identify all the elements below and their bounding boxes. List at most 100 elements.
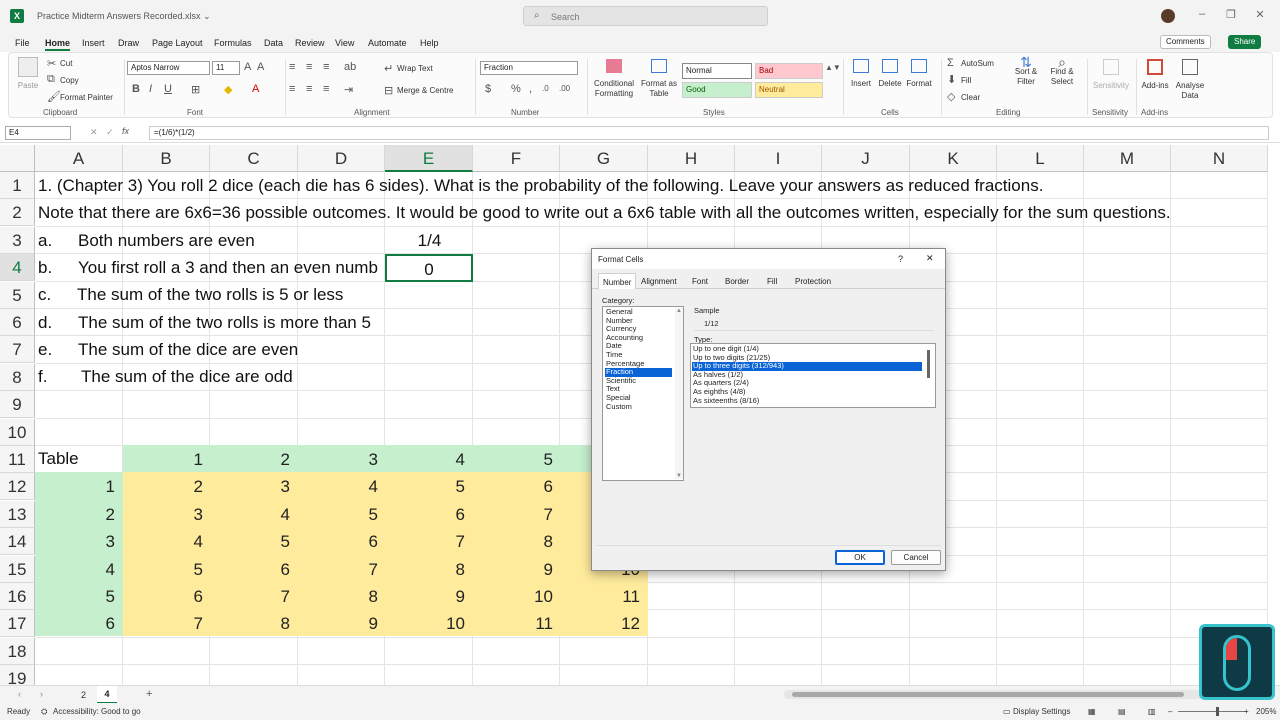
tab-file[interactable]: File (15, 38, 30, 48)
table-cell[interactable]: 11 (473, 610, 560, 637)
tab-automate[interactable]: Automate (368, 38, 407, 48)
column-header-c[interactable]: C (210, 145, 298, 172)
delete-cells-button[interactable]: Delete (876, 59, 904, 89)
tab-page-layout[interactable]: Page Layout (152, 38, 203, 48)
row-header-4[interactable]: 4 (0, 254, 35, 282)
row-header-17[interactable]: 17 (0, 610, 35, 638)
tab-review[interactable]: Review (295, 38, 325, 48)
fill-button[interactable]: Fill (961, 76, 971, 85)
table-cell[interactable]: 4 (210, 501, 297, 528)
table-cell[interactable]: 7 (298, 556, 385, 583)
cancel-button[interactable]: Cancel (891, 550, 941, 565)
sort-filter-button[interactable]: ⇅ Sort & Filter (1009, 55, 1043, 87)
enter-formula-icon[interactable]: ✓ (106, 127, 114, 138)
align-middle-icon[interactable]: ≡ (306, 61, 312, 73)
column-header-g[interactable]: G (560, 145, 648, 172)
row-header-10[interactable]: 10 (0, 418, 35, 446)
tab-data[interactable]: Data (264, 38, 283, 48)
styles-scroll-icon[interactable]: ▲▼ (825, 63, 841, 72)
category-scrollbar[interactable]: ▲ ▼ (675, 308, 683, 479)
table-cell[interactable]: 5 (385, 473, 472, 500)
table-cell[interactable]: 6 (385, 501, 472, 528)
type-scrollbar[interactable] (927, 350, 930, 378)
scroll-down-icon[interactable]: ▼ (676, 473, 682, 479)
table-cell[interactable]: 11 (560, 583, 647, 610)
row-header-11[interactable]: 11 (0, 446, 35, 473)
avatar[interactable] (1161, 9, 1175, 23)
cell-e4-selected[interactable]: 0 (385, 254, 473, 282)
column-header-a[interactable]: A (35, 145, 123, 172)
table-row-index[interactable]: 4 (35, 556, 122, 583)
horizontal-scroll-thumb[interactable] (792, 692, 1184, 697)
row-header-12[interactable]: 12 (0, 473, 35, 501)
scroll-up-icon[interactable]: ▲ (676, 308, 682, 314)
orientation-icon[interactable]: ab (344, 61, 356, 73)
dialog-help-icon[interactable]: ? (898, 254, 903, 264)
table-cell[interactable]: 10 (473, 583, 560, 610)
column-header-e[interactable]: E (385, 145, 473, 172)
table-cell[interactable]: 10 (385, 610, 472, 637)
clear-button[interactable]: Clear (961, 93, 980, 102)
cell-a11[interactable]: Table (38, 445, 79, 472)
font-size-dropdown[interactable]: 11 (212, 61, 240, 75)
sheet-tab-4-active[interactable]: 4 (97, 686, 117, 704)
dialog-close-icon[interactable]: ✕ (926, 253, 934, 264)
indent-icon[interactable]: ⇥ (344, 83, 353, 96)
ok-button[interactable]: OK (835, 550, 885, 565)
column-header-f[interactable]: F (473, 145, 560, 172)
currency-icon[interactable]: $ (485, 83, 491, 95)
zoom-slider[interactable] (1178, 711, 1246, 712)
row-header-15[interactable]: 15 (0, 555, 35, 583)
table-cell[interactable]: 5 (123, 556, 210, 583)
table-cell[interactable]: 8 (473, 528, 560, 555)
zoom-slider-thumb[interactable] (1216, 707, 1219, 716)
zoom-level[interactable]: 205% (1256, 707, 1276, 716)
type-list[interactable]: Up to one digit (1/4) Up to two digits (2… (690, 343, 936, 408)
table-cell[interactable]: 5 (298, 501, 385, 528)
table-header-cell[interactable]: 4 (385, 446, 472, 473)
bold-icon[interactable]: B (132, 83, 140, 95)
format-painter-button[interactable]: Format Painter (60, 93, 113, 102)
copy-button[interactable]: Copy (60, 76, 79, 85)
tab-view[interactable]: View (335, 38, 354, 48)
row-header-8[interactable]: 8 (0, 363, 35, 391)
table-row-index[interactable]: 1 (35, 473, 122, 500)
tab-insert[interactable]: Insert (82, 38, 105, 48)
add-sheet-icon[interactable]: + (146, 688, 152, 700)
style-normal[interactable]: Normal (682, 63, 752, 79)
table-row-index[interactable]: 5 (35, 583, 122, 610)
close-window-icon[interactable]: ✕ (1250, 8, 1270, 21)
search-box[interactable]: ⌕ Search (523, 6, 768, 26)
font-color-icon[interactable]: A (252, 83, 259, 95)
page-layout-view-icon[interactable]: ▤ (1118, 707, 1126, 716)
display-settings-button[interactable]: Display Settings (1013, 707, 1070, 716)
cell-a3[interactable]: a. (38, 227, 52, 254)
column-header-n[interactable]: N (1171, 145, 1268, 172)
row-header-16[interactable]: 16 (0, 583, 35, 610)
table-row-index[interactable]: 3 (35, 528, 122, 555)
font-name-dropdown[interactable]: Aptos Narrow (127, 61, 210, 75)
row-header-18[interactable]: 18 (0, 637, 35, 665)
cell-a8[interactable]: f. (38, 363, 47, 390)
table-cell[interactable]: 7 (210, 583, 297, 610)
align-bottom-icon[interactable]: ≡ (323, 61, 329, 73)
find-select-button[interactable]: ⌕ Find & Select (1045, 55, 1079, 87)
table-header-cell[interactable]: 3 (298, 446, 385, 473)
cut-button[interactable]: Cut (60, 59, 72, 68)
tab-font[interactable]: Font (692, 277, 708, 286)
page-break-view-icon[interactable]: ▥ (1148, 707, 1156, 716)
horizontal-scrollbar[interactable] (784, 690, 1204, 699)
borders-icon[interactable]: ⊞ (191, 83, 200, 96)
table-cell[interactable]: 6 (298, 528, 385, 555)
table-header-cell[interactable]: 1 (123, 446, 210, 473)
row-header-9[interactable]: 9 (0, 391, 35, 419)
row-header-14[interactable]: 14 (0, 528, 35, 556)
style-neutral[interactable]: Neutral (755, 82, 823, 98)
style-bad[interactable]: Bad (755, 63, 823, 79)
underline-icon[interactable]: U (164, 83, 172, 95)
table-cell[interactable]: 6 (210, 556, 297, 583)
paste-button[interactable]: Paste (13, 57, 43, 91)
table-cell[interactable]: 2 (123, 473, 210, 500)
cell-a2[interactable]: Note that there are 6x6=36 possible outc… (38, 199, 1171, 226)
select-all-corner[interactable] (0, 145, 35, 172)
